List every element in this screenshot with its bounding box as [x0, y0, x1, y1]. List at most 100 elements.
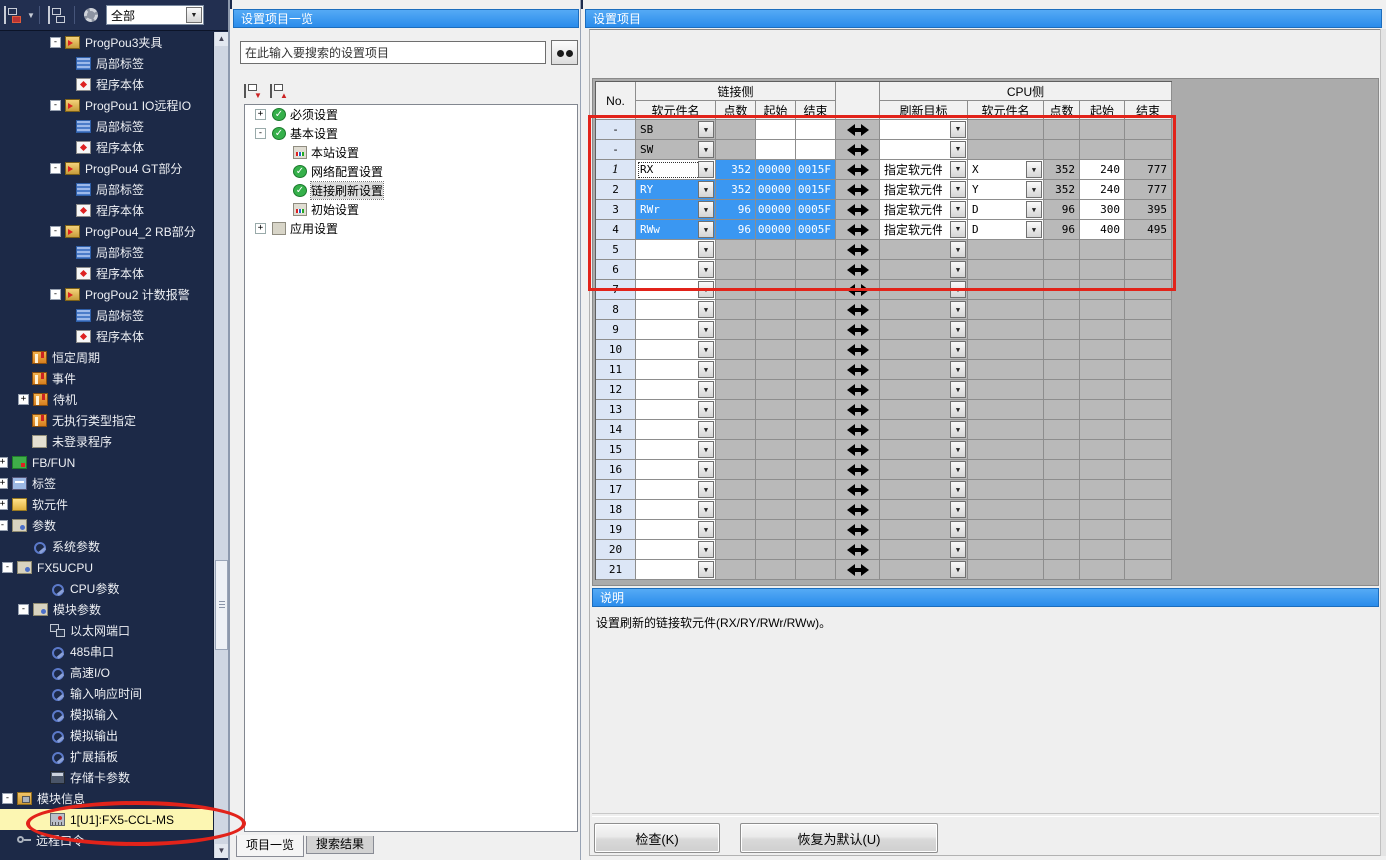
collapse-all-icon[interactable]	[244, 84, 262, 98]
sidebar-item--[interactable]: 程序本体	[0, 263, 213, 284]
tab-search-result[interactable]: 搜索结果	[306, 836, 374, 854]
cell-refresh-target[interactable]: ▼	[880, 480, 968, 500]
dropdown-button[interactable]: ▼	[950, 361, 966, 378]
sidebar-item--[interactable]: 局部标签	[0, 242, 213, 263]
dropdown-button[interactable]: ▼	[950, 481, 966, 498]
cell-link-device[interactable]: ▼	[636, 320, 716, 340]
pane-scrollbar[interactable]	[1380, 29, 1386, 856]
sidebar-item-progpou3-[interactable]: -ProgPou3夹具	[0, 32, 213, 53]
cell-refresh-target[interactable]: ▼	[880, 420, 968, 440]
sidebar-item--[interactable]: 无执行类型指定	[0, 410, 213, 431]
cell-link-device[interactable]: ▼	[636, 460, 716, 480]
dropdown-button[interactable]: ▼	[698, 441, 714, 458]
collapse-icon[interactable]: -	[255, 128, 266, 139]
sidebar-item-progpou4-2-rb-[interactable]: -ProgPou4_2 RB部分	[0, 221, 213, 242]
collapse-icon[interactable]: -	[2, 562, 13, 573]
dropdown-button[interactable]: ▼	[698, 361, 714, 378]
scroll-down-icon[interactable]: ▼	[215, 844, 228, 858]
sidebar-item--[interactable]: 模拟输入	[0, 704, 213, 725]
dropdown-button[interactable]: ▼	[698, 481, 714, 498]
sidebar-item--[interactable]: 以太网端口	[0, 620, 213, 641]
cell-refresh-target[interactable]: ▼	[880, 300, 968, 320]
cell-link-device[interactable]: ▼	[636, 400, 716, 420]
sidebar-item--[interactable]: 事件	[0, 368, 213, 389]
dropdown-button[interactable]: ▼	[698, 401, 714, 418]
sidebar-item--[interactable]: -参数	[0, 515, 213, 536]
collapse-icon[interactable]: -	[0, 520, 8, 531]
sidebar-item--[interactable]: 局部标签	[0, 305, 213, 326]
settings-gear-icon[interactable]	[84, 8, 98, 22]
sidebar-item-progpou1-io-io[interactable]: -ProgPou1 IO远程IO	[0, 95, 213, 116]
collapse-icon[interactable]: -	[18, 604, 29, 615]
sidebar-item--[interactable]: 输入响应时间	[0, 683, 213, 704]
setting-tree-item[interactable]: +必须设置	[245, 105, 577, 124]
dropdown-button[interactable]: ▼	[950, 441, 966, 458]
sidebar-item--[interactable]: +待机	[0, 389, 213, 410]
setting-tree-item[interactable]: 初始设置	[245, 200, 577, 219]
cell-refresh-target[interactable]: ▼	[880, 560, 968, 580]
dropdown-button[interactable]: ▼	[698, 321, 714, 338]
sidebar-item--[interactable]: 系统参数	[0, 536, 213, 557]
dropdown-button[interactable]: ▼	[950, 381, 966, 398]
dropdown-button[interactable]: ▼	[698, 461, 714, 478]
collapse-icon[interactable]: -	[50, 100, 61, 111]
setting-tree-item[interactable]: 本站设置	[245, 143, 577, 162]
cell-refresh-target[interactable]: ▼	[880, 360, 968, 380]
cell-link-device[interactable]: ▼	[636, 340, 716, 360]
cell-refresh-target[interactable]: ▼	[880, 520, 968, 540]
tab-item-list[interactable]: 项目一览	[236, 835, 304, 857]
dropdown-button[interactable]: ▼	[698, 301, 714, 318]
expand-icon[interactable]: +	[255, 109, 266, 120]
restore-default-button[interactable]: 恢复为默认(U)	[740, 823, 938, 853]
dropdown-button[interactable]: ▼	[950, 501, 966, 518]
collapse-icon[interactable]: -	[50, 37, 61, 48]
expand-icon[interactable]: +	[18, 394, 29, 405]
sidebar-item--[interactable]: 存储卡参数	[0, 767, 213, 788]
dropdown-button[interactable]: ▼	[698, 521, 714, 538]
dropdown-button[interactable]: ▼	[950, 541, 966, 558]
sidebar-item--[interactable]: 未登录程序	[0, 431, 213, 452]
chevron-down-icon[interactable]: ▼	[27, 11, 35, 20]
sidebar-item--[interactable]: -模块参数	[0, 599, 213, 620]
sidebar-item--[interactable]: 恒定周期	[0, 347, 213, 368]
sidebar-item--[interactable]: 程序本体	[0, 137, 213, 158]
sidebar-item--[interactable]: 局部标签	[0, 116, 213, 137]
sidebar-item--[interactable]: 程序本体	[0, 326, 213, 347]
cell-link-device[interactable]: ▼	[636, 440, 716, 460]
dropdown-button[interactable]: ▼	[698, 421, 714, 438]
dropdown-button[interactable]: ▼	[698, 381, 714, 398]
cell-refresh-target[interactable]: ▼	[880, 540, 968, 560]
cell-link-device[interactable]: ▼	[636, 560, 716, 580]
sidebar-item--[interactable]: 局部标签	[0, 53, 213, 74]
tree-display-icon[interactable]	[48, 6, 70, 24]
dropdown-button[interactable]: ▼	[950, 401, 966, 418]
project-tree-scrollbar[interactable]: ▲ ▼	[213, 32, 228, 858]
tree-filter-icon[interactable]	[4, 6, 26, 24]
cell-link-device[interactable]: ▼	[636, 540, 716, 560]
sidebar-item-fx5ucpu[interactable]: -FX5UCPU	[0, 557, 213, 578]
expand-all-icon[interactable]	[270, 84, 288, 98]
expand-icon[interactable]: +	[0, 478, 8, 489]
cell-refresh-target[interactable]: ▼	[880, 340, 968, 360]
dropdown-button[interactable]: ▼	[698, 341, 714, 358]
cell-link-device[interactable]: ▼	[636, 520, 716, 540]
sidebar-item-progpou4-gt-[interactable]: -ProgPou4 GT部分	[0, 158, 213, 179]
check-button[interactable]: 检查(K)	[594, 823, 720, 853]
cell-refresh-target[interactable]: ▼	[880, 460, 968, 480]
sidebar-item-485-[interactable]: 485串口	[0, 641, 213, 662]
cell-link-device[interactable]: ▼	[636, 500, 716, 520]
sidebar-item--[interactable]: +标签	[0, 473, 213, 494]
dropdown-button[interactable]: ▼	[950, 421, 966, 438]
cell-refresh-target[interactable]: ▼	[880, 500, 968, 520]
dropdown-button[interactable]: ▼	[698, 541, 714, 558]
sidebar-item--[interactable]: 程序本体	[0, 200, 213, 221]
setting-tree-item[interactable]: +应用设置	[245, 219, 577, 238]
dropdown-button[interactable]: ▼	[950, 461, 966, 478]
cell-link-device[interactable]: ▼	[636, 360, 716, 380]
sidebar-item-fb-fun[interactable]: +FB/FUN	[0, 452, 213, 473]
tree-filter-combobox[interactable]: 全部 ▼	[106, 5, 204, 25]
cell-refresh-target[interactable]: ▼	[880, 400, 968, 420]
expand-icon[interactable]: +	[255, 223, 266, 234]
setting-tree-item[interactable]: 网络配置设置	[245, 162, 577, 181]
cell-refresh-target[interactable]: ▼	[880, 320, 968, 340]
